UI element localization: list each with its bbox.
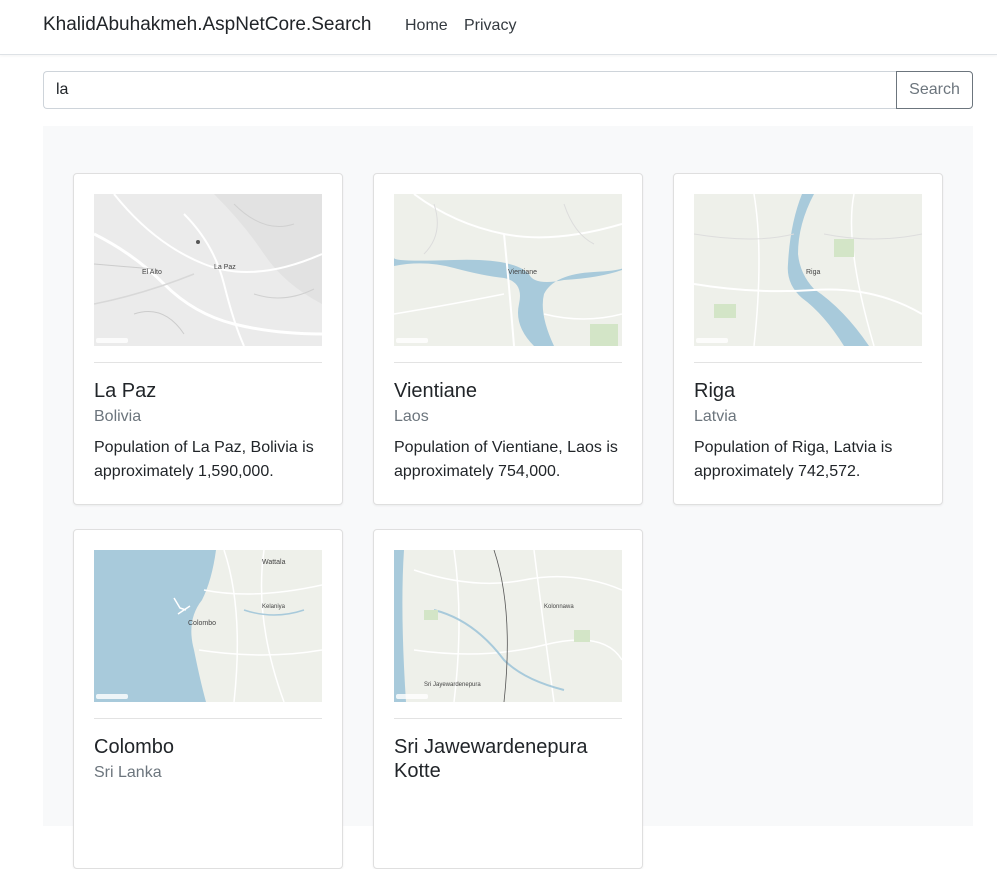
card-text: Population of Riga, Latvia is approximat…	[694, 439, 893, 480]
card-title: Sri Jawewardenepura Kotte	[394, 736, 588, 782]
nav-link-privacy[interactable]: Privacy	[464, 17, 516, 35]
map-thumbnail: El Alto La Paz	[94, 194, 322, 346]
result-card: Wattala Colombo Kelaniya Colombo Sri Lan…	[73, 529, 343, 869]
card-title: La Paz	[94, 380, 157, 402]
card-subtitle: Sri Lanka	[94, 764, 162, 781]
navbar: KhalidAbuhakmeh.AspNetCore.Search Home P…	[0, 0, 997, 55]
card-divider	[394, 718, 622, 719]
map-thumbnail: Vientiane	[394, 194, 622, 346]
card-text: Population of Vientiane, Laos is approxi…	[394, 439, 618, 480]
results-panel: El Alto La Paz La Paz Bolivia Population…	[43, 126, 973, 869]
map-thumbnail: Riga	[694, 194, 922, 346]
brand-link[interactable]: KhalidAbuhakmeh.AspNetCore.Search	[43, 14, 371, 36]
result-card: Riga Riga Latvia Population of Riga, Lat…	[673, 173, 943, 505]
result-card: Vientiane Vientiane Laos Population of V…	[373, 173, 643, 505]
card-text: Population of La Paz, Bolivia is approxi…	[94, 439, 314, 480]
card-title: Riga	[694, 380, 736, 402]
search-input[interactable]	[43, 71, 897, 109]
card-divider	[694, 362, 922, 363]
map-thumbnail: Kolonnawa Sri Jayewardenepura	[394, 550, 622, 702]
card-divider	[94, 362, 322, 363]
map-label: Colombo	[188, 620, 216, 627]
map-label: Kolonnawa	[544, 604, 574, 610]
result-card: El Alto La Paz La Paz Bolivia Population…	[73, 173, 343, 505]
map-label: La Paz	[214, 264, 236, 271]
nav-link-home[interactable]: Home	[405, 17, 448, 35]
card-subtitle: Latvia	[694, 408, 737, 425]
map-label: Wattala	[262, 559, 286, 566]
map-label: Vientiane	[508, 269, 537, 276]
map-thumbnail: Wattala Colombo Kelaniya	[94, 550, 322, 702]
card-subtitle: Laos	[394, 408, 429, 425]
map-label: Riga	[806, 269, 821, 276]
card-subtitle: Bolivia	[94, 408, 142, 425]
card-divider	[94, 718, 322, 719]
card-divider	[394, 362, 622, 363]
card-title: Vientiane	[394, 380, 478, 402]
result-card: Kolonnawa Sri Jayewardenepura Sri Jawewa…	[373, 529, 643, 869]
map-label: Sri Jayewardenepura	[424, 682, 481, 688]
map-label: Kelaniya	[262, 604, 286, 610]
card-title: Colombo	[94, 736, 175, 758]
map-label: El Alto	[142, 269, 162, 276]
search-button[interactable]: Search	[896, 71, 973, 109]
